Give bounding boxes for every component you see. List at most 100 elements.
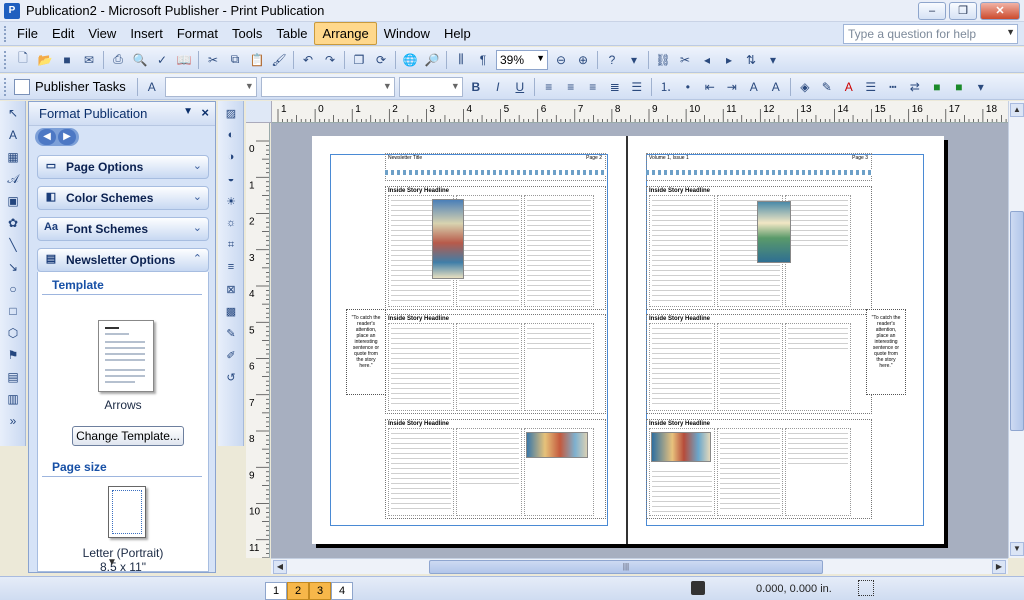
next-textbox-icon[interactable]: ▸ [719,50,739,70]
italic-icon[interactable]: I [488,77,508,97]
chevron-down-icon[interactable]: ⌄ [193,159,202,172]
menu-arrange[interactable]: Arrange [314,22,377,45]
chevron-down-icon[interactable]: ⌄ [193,190,202,203]
publisher-app-icon[interactable]: P [4,2,20,19]
more-contrast-icon[interactable]: ☀ [220,191,242,211]
change-template-button[interactable]: Change Template... [72,426,184,446]
restore-button[interactable]: ❐ [949,2,977,20]
justify-icon[interactable]: ≣ [605,77,625,97]
rectangle-icon[interactable]: □ [2,301,24,321]
underline-icon[interactable]: U [510,77,530,97]
story-block[interactable]: Inside Story Headline [385,186,606,310]
menu-table[interactable]: Table [269,23,314,44]
new-document-icon[interactable]: 🗋 [13,50,33,70]
less-contrast-icon[interactable]: ☼ [220,213,242,233]
arrow-icon[interactable]: ↘ [2,257,24,277]
wordart-icon[interactable]: 𝒜 [2,169,24,189]
line-style-icon[interactable]: ≡ [220,257,242,277]
story-picture[interactable] [526,432,588,458]
align-center-icon[interactable]: ≡ [561,77,581,97]
toolbar-options-icon[interactable]: ▾ [971,77,991,97]
decrease-indent-icon[interactable]: ⇤ [700,77,720,97]
business-info-icon[interactable]: ▥ [2,389,24,409]
menu-view[interactable]: View [81,23,123,44]
picture-frame-icon[interactable]: ▣ [2,191,24,211]
fill-color-icon[interactable]: ◈ [795,77,815,97]
numbering-icon[interactable]: ⒈ [656,77,676,97]
text-column[interactable] [456,323,522,411]
menu-file[interactable]: File [10,23,45,44]
chevron-down-icon[interactable]: ▼ [1006,27,1015,37]
insert-hyperlink-icon[interactable]: 🌐 [400,50,420,70]
decrease-font-icon[interactable]: A [744,77,764,97]
chevron-down-icon[interactable]: ▼ [183,106,193,117]
contrast-icon[interactable]: ◑ [220,147,242,167]
redo-icon[interactable]: ↷ [320,50,340,70]
styles-icon[interactable]: A [142,77,162,97]
set-transparent-icon[interactable]: ✐ [220,345,242,365]
chevron-down-icon[interactable]: ▼ [451,81,460,91]
insert-table-icon[interactable]: ▦ [2,147,24,167]
zoom-out-icon[interactable]: ⊖ [551,50,571,70]
scroll-left-icon[interactable]: ◀ [273,560,287,574]
text-column[interactable] [785,323,851,411]
scroll-down-icon[interactable]: ▼ [107,557,117,568]
mail-icon[interactable]: ✉ [79,50,99,70]
publisher-tasks-button[interactable]: Publisher Tasks [12,78,134,95]
zoom-select[interactable]: 39% ▼ [496,49,548,70]
autoshapes-icon[interactable]: ⬡ [2,323,24,343]
scroll-down-icon[interactable]: ▼ [1010,542,1024,556]
font-size-select[interactable]: ▼ [398,76,463,97]
text-column[interactable] [456,195,522,307]
increase-indent-icon[interactable]: ⇥ [722,77,742,97]
horizontal-ruler[interactable]: 1 0 1 2 3 4 5 6 7 8 9 10 11 12 13 14 15 16 17 18 [272,101,1014,123]
text-box-icon[interactable]: A [2,125,24,145]
text-column[interactable] [717,428,783,516]
reset-picture-icon[interactable]: ↺ [220,367,242,387]
help-search-input[interactable]: Type a question for help ▼ [843,24,1018,44]
story-block[interactable]: Inside Story Headline [646,314,872,414]
design-gallery-icon[interactable]: ▤ [2,367,24,387]
chevron-down-icon[interactable]: ▼ [536,53,545,63]
section-color-schemes[interactable]: ◧ Color Schemes ⌄ [37,186,209,210]
picture-icon[interactable]: ▨ [220,103,242,123]
toolbar-grip[interactable] [4,50,8,69]
pull-quote[interactable]: "To catch the reader's attention, place … [866,309,906,395]
print-preview-icon[interactable]: 🔍 [130,50,150,70]
spelling-icon[interactable]: ✓ [152,50,172,70]
template-thumbnail[interactable] [98,320,154,392]
story-picture[interactable] [651,432,711,462]
undo-icon[interactable]: ↶ [298,50,318,70]
menu-format[interactable]: Format [170,23,225,44]
page-header[interactable]: Volume 1, Issue 1 Page 3 [646,153,872,181]
brightness-icon[interactable]: ◒ [220,169,242,189]
page-tab-2[interactable]: 2 [287,582,309,600]
chevron-up-icon[interactable]: ⌃ [193,252,202,265]
story-block[interactable]: Inside Story Headline [646,186,872,310]
text-column[interactable] [717,323,783,411]
page-tab-3[interactable]: 3 [309,582,331,600]
distribute-icon[interactable]: ☰ [627,77,647,97]
line-icon[interactable]: ╲ [2,235,24,255]
menu-help[interactable]: Help [437,23,478,44]
section-newsletter-options[interactable]: ▤ Newsletter Options ⌃ [37,248,209,272]
previous-textbox-icon[interactable]: ◂ [697,50,717,70]
vertical-scrollbar[interactable]: ▲ ▼ [1008,101,1024,558]
format-painter-icon[interactable]: 🖌 [269,50,289,70]
chevron-down-icon[interactable]: ▼ [383,81,392,91]
align-right-icon[interactable]: ≡ [583,77,603,97]
text-column[interactable] [388,323,454,411]
menu-tools[interactable]: Tools [225,23,269,44]
rotate-icon[interactable]: ⟳ [371,50,391,70]
pull-quote[interactable]: "To catch the reader's attention, place … [346,309,386,395]
line-color-icon[interactable]: ✎ [817,77,837,97]
zoom-page-icon[interactable]: 🔎 [422,50,442,70]
back-arrow-icon[interactable]: ◀ [38,129,56,145]
paste-icon[interactable]: 📋 [247,50,267,70]
style-select[interactable]: ▼ [164,76,257,97]
clip-art-icon[interactable]: ✿ [2,213,24,233]
open-folder-icon[interactable]: 📂 [35,50,55,70]
horizontal-scrollbar[interactable]: ◀ ||| ▶ [271,558,1008,574]
text-column[interactable] [785,428,851,516]
arrow-style-icon[interactable]: ⇄ [905,77,925,97]
